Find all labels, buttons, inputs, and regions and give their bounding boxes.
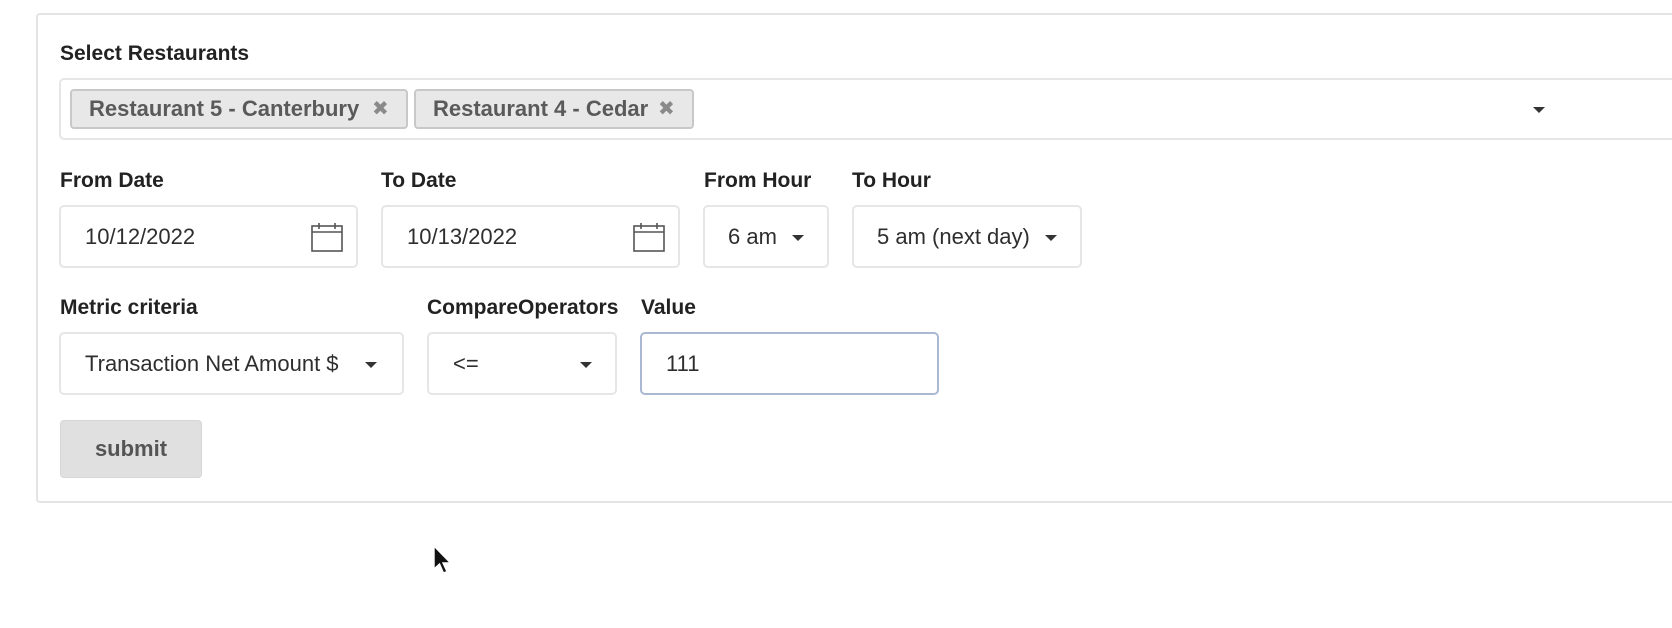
to-hour-value: 5 am (next day) bbox=[877, 223, 1030, 249]
from-date-label: From Date bbox=[60, 169, 164, 192]
caret-down-icon bbox=[365, 361, 377, 368]
from-hour-label: From Hour bbox=[704, 169, 812, 192]
metric-criteria-label: Metric criteria bbox=[60, 296, 198, 319]
to-date-field[interactable]: 10/13/2022 bbox=[381, 205, 680, 268]
value-input-text: 111 bbox=[666, 350, 700, 376]
to-hour-select[interactable]: 5 am (next day) bbox=[852, 205, 1082, 268]
calendar-icon[interactable] bbox=[633, 222, 665, 252]
value-label: Value bbox=[641, 296, 696, 319]
restaurants-multiselect[interactable]: Restaurant 5 - Canterbury ✖ Restaurant 4… bbox=[59, 78, 1672, 140]
compare-operator-select[interactable]: <= bbox=[427, 332, 617, 395]
close-icon[interactable]: ✖ bbox=[658, 99, 675, 119]
metric-criteria-value: Transaction Net Amount $ bbox=[85, 350, 339, 376]
caret-down-icon bbox=[580, 361, 592, 368]
restaurant-chip-label: Restaurant 5 - Canterbury bbox=[89, 96, 360, 121]
restaurant-chip-label: Restaurant 4 - Cedar bbox=[433, 96, 649, 121]
restaurant-chip: Restaurant 5 - Canterbury ✖ bbox=[70, 89, 408, 129]
compare-operators-label: CompareOperators bbox=[427, 296, 619, 319]
from-hour-select[interactable]: 6 am bbox=[703, 205, 829, 268]
from-date-value: 10/12/2022 bbox=[85, 223, 196, 249]
close-icon[interactable]: ✖ bbox=[372, 99, 389, 119]
submit-button-label: submit bbox=[94, 436, 168, 461]
to-hour-label: To Hour bbox=[852, 169, 931, 192]
submit-button[interactable]: submit bbox=[60, 420, 202, 478]
value-input[interactable]: 111 bbox=[640, 332, 939, 395]
from-date-field[interactable]: 10/12/2022 bbox=[59, 205, 358, 268]
select-restaurants-label: Select Restaurants bbox=[60, 42, 250, 65]
to-date-label: To Date bbox=[381, 169, 457, 192]
metric-criteria-select[interactable]: Transaction Net Amount $ bbox=[59, 332, 404, 395]
mouse-cursor-icon bbox=[433, 545, 453, 574]
calendar-icon[interactable] bbox=[311, 222, 343, 252]
to-date-value: 10/13/2022 bbox=[407, 223, 518, 249]
compare-operator-value: <= bbox=[453, 350, 479, 376]
caret-down-icon[interactable] bbox=[1533, 107, 1545, 113]
caret-down-icon bbox=[792, 234, 804, 241]
from-hour-value: 6 am bbox=[728, 223, 777, 249]
restaurant-chip: Restaurant 4 - Cedar ✖ bbox=[414, 89, 694, 129]
caret-down-icon bbox=[1045, 234, 1057, 241]
